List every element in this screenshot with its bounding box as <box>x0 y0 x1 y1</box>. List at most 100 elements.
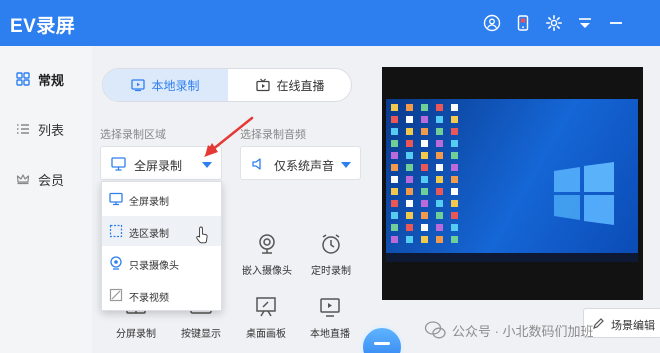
sidebar-item-list[interactable]: 列表 <box>0 114 92 144</box>
menu-item-label: 只录摄像头 <box>129 261 179 272</box>
preview-panel: 场景编辑 <box>368 46 660 353</box>
desktop-icon <box>421 116 428 123</box>
desktop-icon <box>421 152 428 159</box>
desktop-whiteboard-button[interactable]: 桌面画板 <box>236 295 296 340</box>
sidebar-item-label: 会员 <box>38 172 65 188</box>
desktop-icon <box>421 212 428 219</box>
desktop-icon <box>406 236 413 243</box>
timer-record-label: 定时录制 <box>311 266 351 277</box>
minimize-icon[interactable] <box>607 14 625 32</box>
screen-preview <box>382 67 643 300</box>
sidebar-item-general[interactable]: 常规 <box>0 64 92 94</box>
grid-icon <box>16 72 30 86</box>
sidebar-item-label: 列表 <box>38 122 65 138</box>
record-screen-icon <box>131 79 146 92</box>
monitor-icon <box>111 157 126 171</box>
record-audio-value: 仅系统声音 <box>274 159 335 173</box>
desktop-icon <box>421 104 428 111</box>
menu-item-camera-only[interactable]: 只录摄像头 <box>102 248 221 278</box>
desktop-icons-image <box>391 104 458 243</box>
embed-camera-button[interactable]: 嵌入摄像头 <box>237 232 297 277</box>
menu-item-no-video[interactable]: 不录视频 <box>102 280 221 310</box>
sidebar-item-member[interactable]: 会员 <box>0 164 92 194</box>
local-live-button[interactable]: 本地直播 <box>300 295 360 340</box>
monitor-icon <box>109 192 123 206</box>
desktop-icon <box>421 140 428 147</box>
easel-icon <box>254 295 278 319</box>
desktop-icon <box>451 236 458 243</box>
desktop-icon <box>391 128 398 135</box>
desktop-icon <box>421 176 428 183</box>
settings-icon[interactable] <box>545 14 563 32</box>
desktop-icon <box>391 116 398 123</box>
no-video-icon <box>109 288 123 302</box>
selection-icon <box>109 224 123 238</box>
desktop-icon <box>421 164 428 171</box>
local-live-label: 本地直播 <box>310 329 350 340</box>
desktop-icon <box>406 152 413 159</box>
chevron-down-icon <box>202 162 212 168</box>
desktop-whiteboard-label: 桌面画板 <box>246 329 286 340</box>
taskbar <box>386 253 638 262</box>
desktop-icon <box>436 176 443 183</box>
wechat-icon <box>424 320 446 340</box>
desktop-icon <box>406 176 413 183</box>
menu-item-fullscreen[interactable]: 全屏录制 <box>102 184 221 214</box>
menu-item-label: 选区录制 <box>129 229 169 240</box>
desktop-icon <box>451 104 458 111</box>
desktop-icon <box>421 128 428 135</box>
sidebar-item-label: 常规 <box>38 72 65 88</box>
tab-local-record-label: 本地录制 <box>151 78 200 93</box>
desktop-icon <box>451 224 458 231</box>
minimize-to-tray-icon[interactable] <box>576 14 594 32</box>
desktop-icon <box>436 140 443 147</box>
desktop-icon <box>391 152 398 159</box>
tab-local-record[interactable]: 本地录制 <box>103 69 228 101</box>
desktop-icon <box>421 224 428 231</box>
webcam-icon <box>255 232 279 256</box>
desktop-icon <box>451 176 458 183</box>
desktop-icon <box>421 188 428 195</box>
desktop-icon <box>451 116 458 123</box>
live-monitor-icon <box>318 295 342 319</box>
desktop-icon <box>406 140 413 147</box>
tab-online-live-label: 在线直播 <box>276 78 325 93</box>
chevron-down-icon <box>341 162 351 168</box>
record-area-select[interactable]: 全屏录制 <box>100 146 222 180</box>
desktop-icon <box>436 116 443 123</box>
scene-edit-button[interactable]: 场景编辑 <box>583 308 660 338</box>
desktop-icon <box>391 104 398 111</box>
record-area-value: 全屏录制 <box>134 159 183 173</box>
desktop-icon <box>406 188 413 195</box>
desktop-thumbnail <box>386 99 638 262</box>
phone-icon[interactable] <box>514 14 532 32</box>
desktop-icon <box>451 128 458 135</box>
desktop-icon <box>436 104 443 111</box>
desktop-icon <box>436 164 443 171</box>
tab-online-live[interactable]: 在线直播 <box>228 69 353 101</box>
mode-switch: 本地录制 在线直播 <box>102 68 352 102</box>
record-audio-label: 选择录制音频 <box>240 129 306 141</box>
desktop-icon <box>406 212 413 219</box>
sidebar: 常规 列表 会员 <box>0 46 92 353</box>
desktop-icon <box>451 152 458 159</box>
mouse-cursor-icon <box>196 226 208 244</box>
desktop-icon <box>391 140 398 147</box>
title-bar: EV录屏 <box>0 0 660 46</box>
speaker-icon <box>251 157 266 171</box>
list-icon <box>16 122 30 136</box>
windows-logo-icon <box>554 162 614 225</box>
split-record-label: 分屏录制 <box>116 329 156 340</box>
desktop-icon <box>406 116 413 123</box>
watermark: 公众号 · 小北数码们加班 <box>424 318 594 342</box>
desktop-icon <box>391 224 398 231</box>
desktop-icon <box>406 164 413 171</box>
record-audio-select[interactable]: 仅系统声音 <box>240 146 361 180</box>
desktop-icon <box>436 152 443 159</box>
desktop-icon <box>436 188 443 195</box>
user-icon[interactable] <box>483 14 501 32</box>
desktop-icon <box>406 128 413 135</box>
alarm-clock-icon <box>319 232 343 256</box>
timer-record-button[interactable]: 定时录制 <box>301 232 361 277</box>
edit-icon <box>592 317 605 330</box>
